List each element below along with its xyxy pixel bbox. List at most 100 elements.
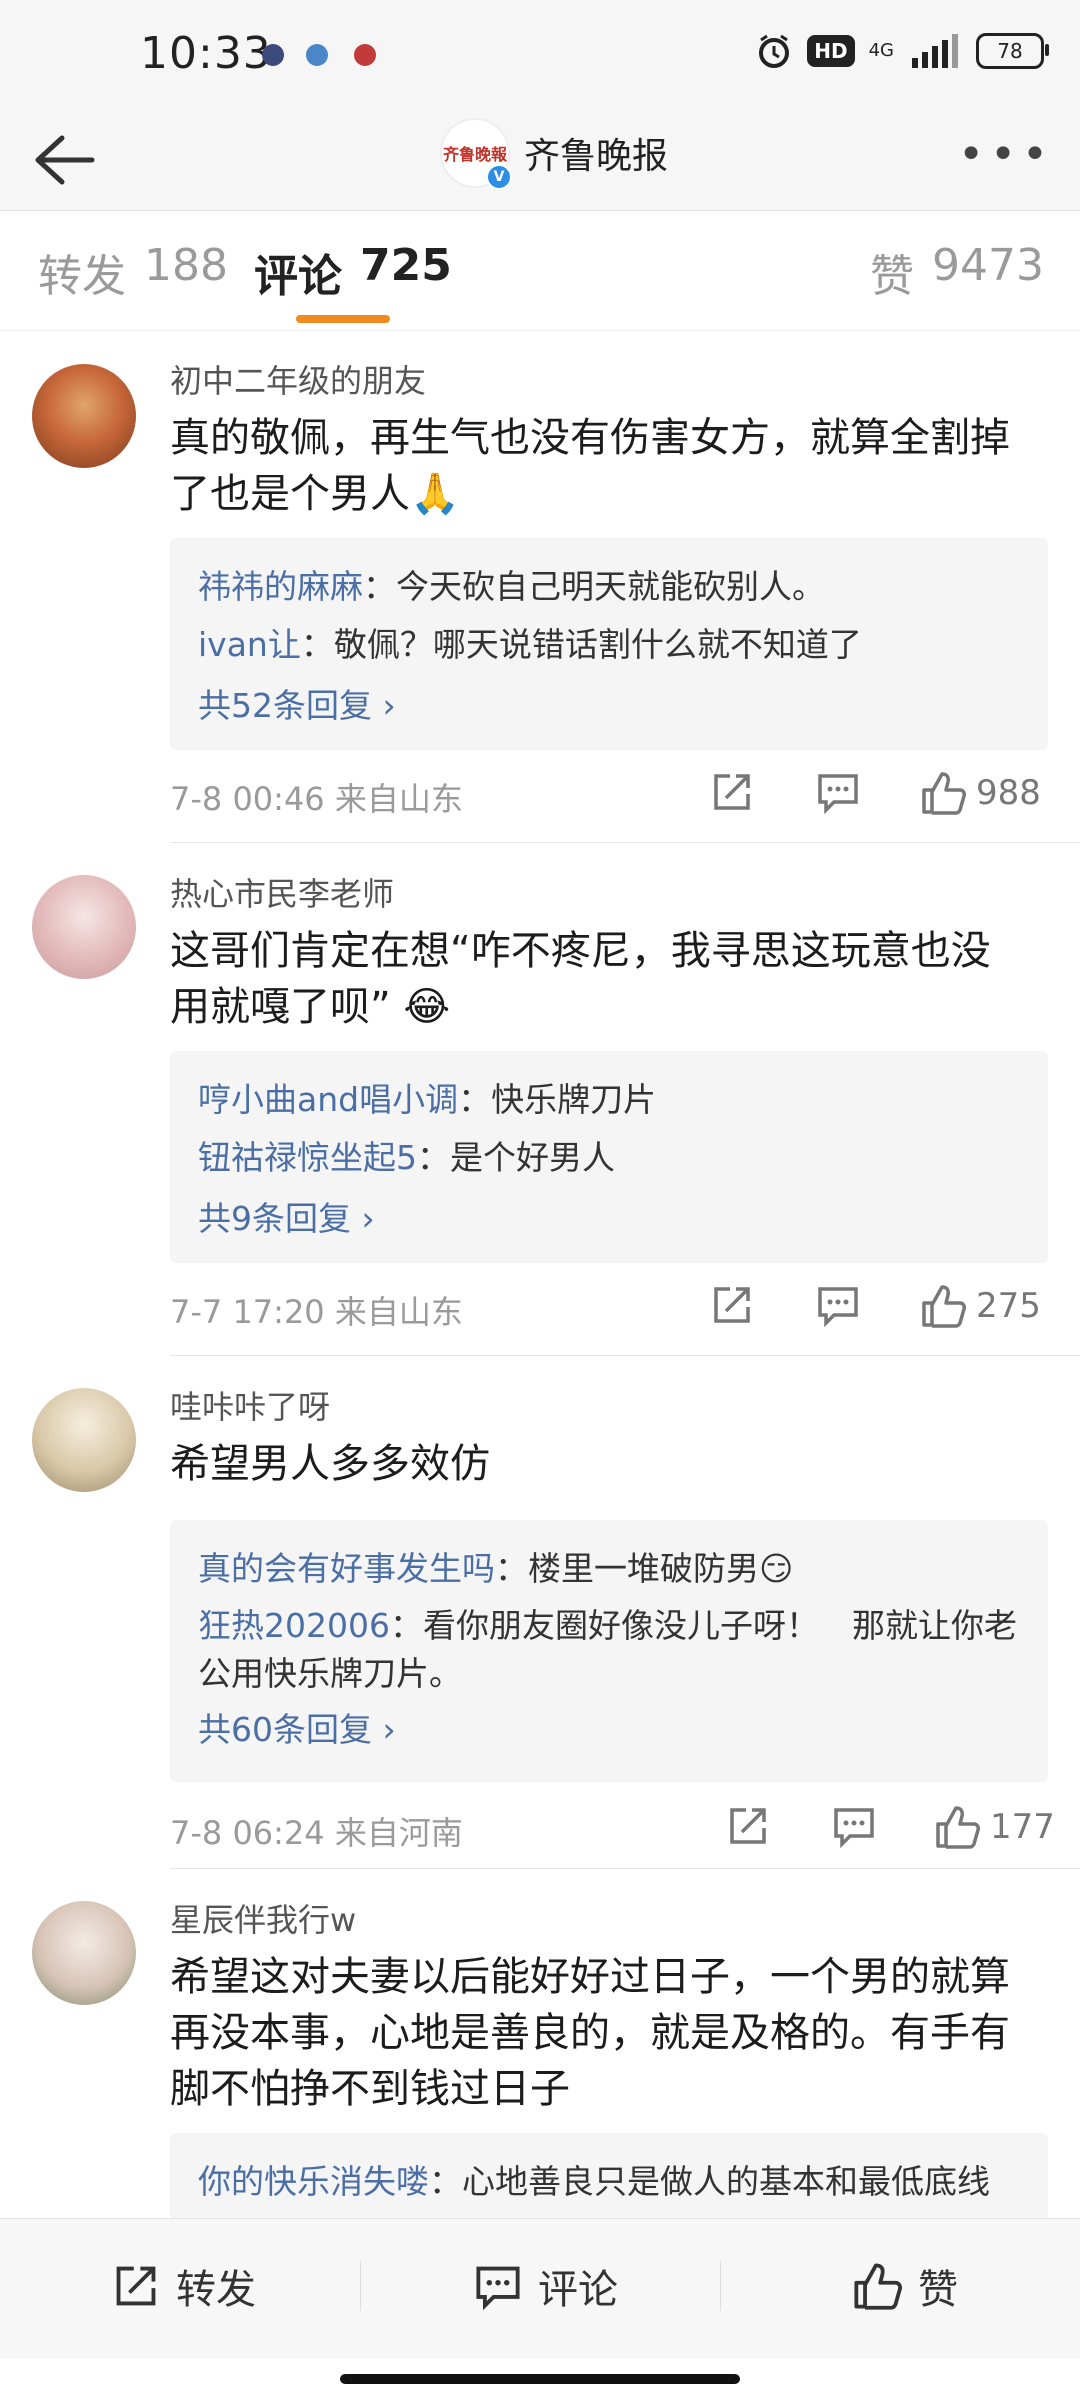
account-avatar[interactable]: 齐鲁晚報 V [440, 118, 512, 190]
share-icon[interactable] [710, 1283, 754, 1327]
like-count: 275 [976, 1286, 1041, 1326]
thumbs-up-icon [922, 1285, 966, 1328]
chevron-right-icon: › [382, 1710, 396, 1749]
comment-username[interactable]: 星辰伴我行w [170, 1895, 356, 1941]
comment-username[interactable]: 热心市民李老师 [170, 869, 394, 915]
more-replies-link[interactable]: 共60条回复 › [198, 1698, 1020, 1762]
repost-label: 转发 [176, 2267, 256, 2313]
reply-username[interactable]: 狂热202006 [198, 1606, 390, 1645]
more-replies-link[interactable]: 共52条回复 › [198, 674, 1020, 738]
battery-icon: 78 [976, 33, 1049, 69]
comment-time: 7-7 17:20 [170, 1293, 325, 1331]
network-label: 4G [868, 40, 894, 61]
reply-box[interactable]: 哼小曲and唱小调：快乐牌刀片 钮祜禄惊坐起5：是个好男人 共9条回复 › [170, 1051, 1048, 1263]
back-arrow-icon[interactable] [26, 128, 96, 192]
reply-text: 是个好男人 [450, 1138, 615, 1177]
tab-repost[interactable]: 转发 188 [38, 240, 228, 304]
reply-item[interactable]: ivan让：敬佩？哪天说错话割什么就不知道了 [198, 616, 1020, 674]
reply-box[interactable]: 真的会有好事发生吗：楼里一堆破防男😏 狂热202006：看你朋友圈好像没儿子呀！… [170, 1520, 1048, 1782]
signal-icon [912, 34, 958, 68]
reply-item[interactable]: 钮祜禄惊坐起5：是个好男人 [198, 1129, 1020, 1187]
comment-text: 希望男人多多效仿 [170, 1441, 490, 1487]
comment-icon[interactable] [816, 1283, 860, 1327]
comment-text: 希望这对夫妻以后能好好过日子，一个男的就算再没本事，心地是善良的，就是及格的。有… [170, 1954, 1010, 2112]
avatar[interactable] [32, 875, 136, 979]
status-bar: 10:33 HD 4G 78 [0, 0, 1080, 110]
divider [170, 1355, 1080, 1356]
notification-icon [262, 44, 284, 66]
more-dots-icon[interactable]: ••• [958, 133, 1054, 177]
home-indicator[interactable] [340, 2374, 740, 2384]
avatar[interactable] [32, 1388, 136, 1492]
tab-count: 725 [360, 240, 452, 291]
comment-meta: 7-8 00:46 来自山东 [170, 774, 463, 820]
comment-meta: 7-8 06:24 来自河南 [170, 1808, 463, 1854]
share-icon[interactable] [726, 1804, 770, 1848]
verified-badge-icon: V [486, 164, 512, 190]
divider [170, 1868, 1080, 1869]
tab-indicator [296, 315, 390, 323]
comment-actions: 988 [700, 770, 1050, 820]
comment-username[interactable]: 初中二年级的朋友 [170, 356, 426, 402]
comment-label: 评论 [538, 2267, 618, 2313]
bottom-action-bar: 转发 评论 赞 [0, 2218, 1080, 2359]
thumbs-up-icon [936, 1806, 980, 1849]
battery-level: 78 [997, 39, 1023, 63]
repost-button[interactable]: 转发 [112, 2257, 256, 2315]
thumbs-up-icon [854, 2263, 902, 2310]
comment-button[interactable]: 评论 [474, 2257, 618, 2315]
more-replies-label: 共52条回复 [198, 686, 372, 725]
reply-item[interactable]: 狂热202006：看你朋友圈好像没儿子呀！ 那就让你老公用快乐牌刀片。 [198, 1598, 1020, 1698]
tab-likes[interactable]: 赞 9473 [870, 240, 1044, 304]
reply-username[interactable]: 你的快乐消失喽 [198, 2162, 429, 2201]
comment-text: 这哥们肯定在想“咋不疼尼，我寻思这玩意也没用就嘎了呗” 😂 [170, 928, 991, 1030]
comment-icon[interactable] [832, 1804, 876, 1848]
reply-text: 敬佩？哪天说错话割什么就不知道了 [333, 625, 862, 664]
reply-item[interactable]: 祎祎的麻麻：今天砍自己明天就能砍别人。 [198, 558, 1020, 616]
like-label: 赞 [918, 2267, 958, 2313]
like-count: 988 [976, 773, 1041, 813]
notification-icon [354, 44, 376, 66]
alarm-icon [759, 34, 790, 68]
reply-box[interactable]: 祎祎的麻麻：今天砍自己明天就能砍别人。 ivan让：敬佩？哪天说错话割什么就不知… [170, 538, 1048, 750]
reply-username[interactable]: ivan让 [198, 625, 301, 664]
tab-comments[interactable]: 评论 725 [254, 240, 452, 304]
account-header[interactable]: 齐鲁晚報 V 齐鲁晚报 [440, 118, 669, 190]
more-replies-link[interactable]: 共9条回复 › [198, 1187, 1020, 1251]
more-replies-label: 共60条回复 [198, 1710, 372, 1749]
thumbs-up-icon [922, 772, 966, 815]
tab-label: 转发 [38, 251, 126, 302]
notification-icon [306, 44, 328, 66]
divider [720, 2261, 721, 2311]
comment-location: 来自山东 [334, 780, 463, 818]
tab-label: 评论 [254, 251, 342, 302]
share-icon[interactable] [710, 770, 754, 814]
divider [360, 2261, 361, 2311]
comment-meta: 7-7 17:20 来自山东 [170, 1287, 463, 1333]
reply-text: 快乐牌刀片 [491, 1080, 657, 1119]
like-button[interactable]: 177 [934, 1804, 1055, 1850]
reply-item[interactable]: 真的会有好事发生吗：楼里一堆破防男😏 [198, 1540, 1020, 1598]
comment-text: 真的敬佩，再生气也没有伤害女方，就算全割掉了也是个男人🙏 [170, 415, 1010, 517]
account-title: 齐鲁晚报 [524, 136, 669, 177]
hd-icon: HD [807, 35, 855, 67]
tab-count: 188 [144, 240, 228, 291]
reply-item[interactable]: 哼小曲and唱小调：快乐牌刀片 [198, 1071, 1020, 1129]
like-button[interactable]: 赞 [852, 2257, 958, 2315]
avatar[interactable] [32, 364, 136, 468]
reply-username[interactable]: 哼小曲and唱小调 [198, 1080, 458, 1119]
like-button[interactable]: 275 [920, 1283, 1041, 1329]
reply-username[interactable]: 真的会有好事发生吗 [198, 1549, 495, 1588]
like-button[interactable]: 988 [920, 770, 1041, 816]
comment-username[interactable]: 哇咔咔了呀 [170, 1382, 330, 1428]
reply-username[interactable]: 钮祜禄惊坐起5 [198, 1138, 417, 1177]
comment-time: 7-8 00:46 [170, 780, 325, 818]
status-time: 10:33 [140, 28, 272, 79]
chevron-right-icon: › [361, 1199, 375, 1238]
reply-username[interactable]: 祎祎的麻麻 [198, 567, 363, 606]
comment-icon[interactable] [816, 770, 860, 814]
reply-text: 今天砍自己明天就能砍别人。 [396, 567, 825, 606]
avatar[interactable] [32, 1901, 136, 2005]
comment-actions: 275 [700, 1283, 1050, 1333]
nav-bar: 齐鲁晚報 V 齐鲁晚报 ••• [0, 110, 1080, 211]
